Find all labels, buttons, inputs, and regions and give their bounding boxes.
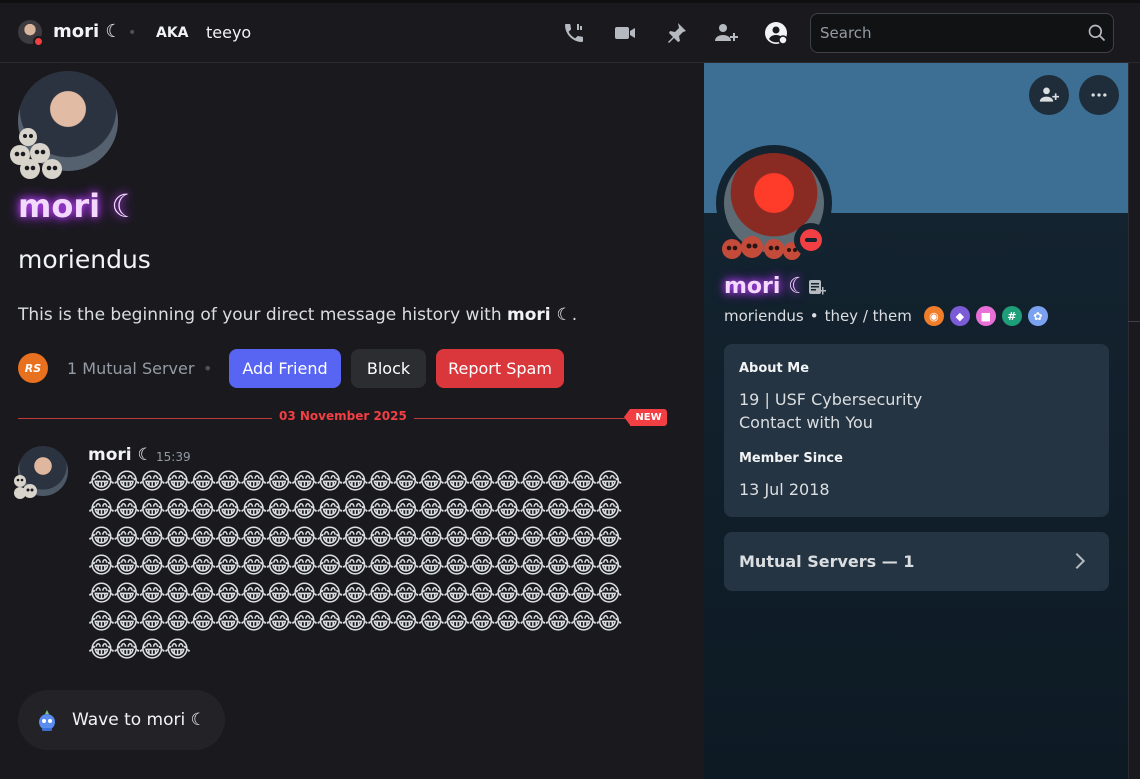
add-friend-button[interactable]: Add Friend xyxy=(229,349,341,388)
shield-icon[interactable]: ◆ xyxy=(949,306,970,326)
add-friend-profile-button[interactable] xyxy=(1029,75,1069,115)
wave-button[interactable]: Wave to mori ☾ xyxy=(18,690,225,750)
about-me-heading: About Me xyxy=(739,361,810,376)
nitro-icon[interactable]: ■ xyxy=(975,306,996,326)
add-friend-icon xyxy=(1039,87,1059,102)
beginning-suffix: . xyxy=(571,305,578,325)
profile-badges: ◉ ◆ ■ # ✿ xyxy=(923,306,1048,326)
profile-username: moriendus xyxy=(724,307,804,325)
top-bar: mori ☾ • AKA teeyo xyxy=(0,0,1140,63)
mutual-separator: • xyxy=(203,359,213,378)
header-username[interactable]: mori ☾ xyxy=(53,21,122,42)
more-options-button[interactable] xyxy=(1079,75,1119,115)
hypesquad-balance-icon[interactable]: ◉ xyxy=(923,306,944,326)
dnd-status-icon xyxy=(33,36,44,47)
wave-label: Wave to mori ☾ xyxy=(72,710,206,730)
message-author[interactable]: mori ☾ xyxy=(88,445,153,465)
skull-decoration-icon xyxy=(10,128,62,179)
wumpus-wave-icon xyxy=(39,710,55,731)
aka-nickname: teeyo xyxy=(206,23,252,42)
skull-decoration-icon xyxy=(14,475,37,499)
dm-username: moriendus xyxy=(18,245,151,274)
new-badge: NEW xyxy=(624,409,667,426)
strip-divider xyxy=(1128,321,1140,322)
mutual-server-icon[interactable]: RS xyxy=(18,353,48,383)
aka-label: AKA xyxy=(156,25,189,41)
dm-display-name: mori ☾ xyxy=(18,187,140,225)
voice-call-icon[interactable] xyxy=(560,19,588,47)
dm-beginning-text: This is the beginning of your direct mes… xyxy=(18,305,577,325)
add-note-icon[interactable] xyxy=(808,278,826,296)
chat-area: mori ☾ moriendus This is the beginning o… xyxy=(0,63,704,779)
more-icon xyxy=(1091,93,1107,97)
search-box[interactable] xyxy=(810,13,1114,53)
beginning-name: mori ☾ xyxy=(507,305,572,325)
report-spam-button[interactable]: Report Spam xyxy=(436,349,564,388)
search-icon xyxy=(1088,24,1106,42)
user-profile-panel: mori ☾ moriendus • they / them ◉ ◆ ■ # ✿ Abo… xyxy=(704,63,1128,779)
hashtag-icon[interactable]: # xyxy=(1001,306,1022,326)
block-button[interactable]: Block xyxy=(351,349,426,388)
profile-display-name: mori ☾ xyxy=(724,274,808,299)
member-since-heading: Member Since xyxy=(739,451,843,466)
member-since-date: 13 Jul 2018 xyxy=(739,480,830,499)
header-separator: • xyxy=(128,25,137,41)
add-friends-to-dm-icon[interactable] xyxy=(712,19,740,47)
dnd-status-icon xyxy=(794,223,828,257)
about-me-line: Contact with You xyxy=(739,413,873,432)
chevron-right-icon xyxy=(1075,552,1086,570)
about-me-card: About Me 19 | USF Cybersecurity Contact … xyxy=(724,344,1109,517)
search-input[interactable] xyxy=(820,23,1080,43)
mutual-servers-label: Mutual Servers — 1 xyxy=(739,552,915,571)
message-content: 😂😂😂😂😂😂😂😂😂😂😂😂😂😂😂😂😂😂😂😂😂😂😂😂😂😂😂😂😂😂😂😂😂😂😂😂😂😂😂😂… xyxy=(88,469,622,663)
user-profile-toggle-icon[interactable] xyxy=(762,19,790,47)
video-call-icon[interactable] xyxy=(611,19,639,47)
about-me-line: 19 | USF Cybersecurity xyxy=(739,390,923,409)
profile-meta: moriendus • they / them ◉ ◆ ■ # ✿ xyxy=(724,306,1048,326)
beginning-prefix: This is the beginning of your direct mes… xyxy=(18,305,508,325)
right-edge-strip xyxy=(1128,63,1140,779)
pin-icon[interactable] xyxy=(662,19,690,47)
divider-date: 03 November 2025 xyxy=(272,409,414,423)
boost-icon[interactable]: ✿ xyxy=(1027,306,1048,326)
meta-separator: • xyxy=(809,307,819,325)
mutual-servers-link[interactable]: 1 Mutual Server xyxy=(67,359,194,378)
message-timestamp: 15:39 xyxy=(156,450,191,464)
profile-pronouns: they / them xyxy=(824,307,912,325)
mutual-servers-row[interactable]: Mutual Servers — 1 xyxy=(724,532,1109,591)
